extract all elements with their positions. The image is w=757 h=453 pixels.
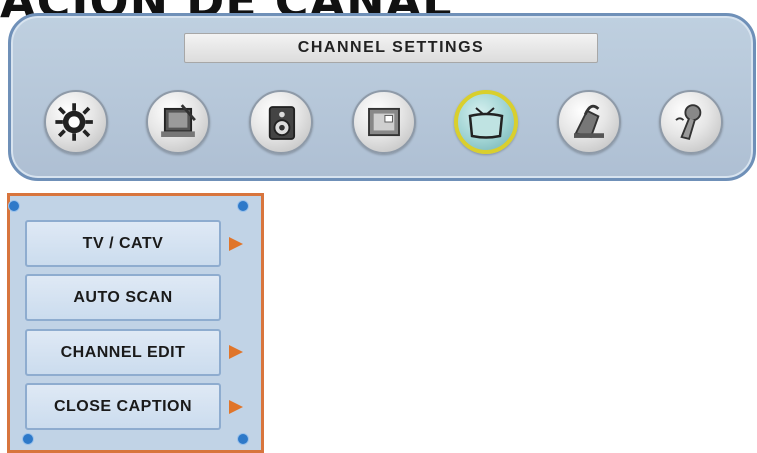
channel-submenu: TV / CATV AUTO SCAN CHANNEL EDIT CLOSE C… [7, 193, 264, 453]
picture-settings-icon[interactable] [44, 90, 108, 154]
tv-channel-icon[interactable] [454, 90, 518, 154]
panel-title: CHANNEL SETTINGS [184, 33, 598, 63]
submenu-arrow-icon [229, 345, 243, 359]
submenu-arrow-icon [229, 400, 243, 414]
menu-item-tv-catv[interactable]: TV / CATV [25, 220, 221, 267]
pc-display-icon[interactable] [352, 90, 416, 154]
corner-dot [22, 433, 34, 445]
submenu-arrow-icon [229, 237, 243, 251]
menu-item-close-caption[interactable]: CLOSE CAPTION [25, 383, 221, 430]
corner-dot [237, 433, 249, 445]
menu-item-auto-scan[interactable]: AUTO SCAN [25, 274, 221, 321]
corner-dot [237, 200, 249, 212]
parental-lock-icon[interactable] [557, 90, 621, 154]
osd-menu-panel: CHANNEL SETTINGS [8, 13, 756, 181]
options-icon[interactable] [659, 90, 723, 154]
audio-icon[interactable] [249, 90, 313, 154]
corner-dot [8, 200, 20, 212]
menu-item-channel-edit[interactable]: CHANNEL EDIT [25, 329, 221, 376]
setup-icon[interactable] [146, 90, 210, 154]
